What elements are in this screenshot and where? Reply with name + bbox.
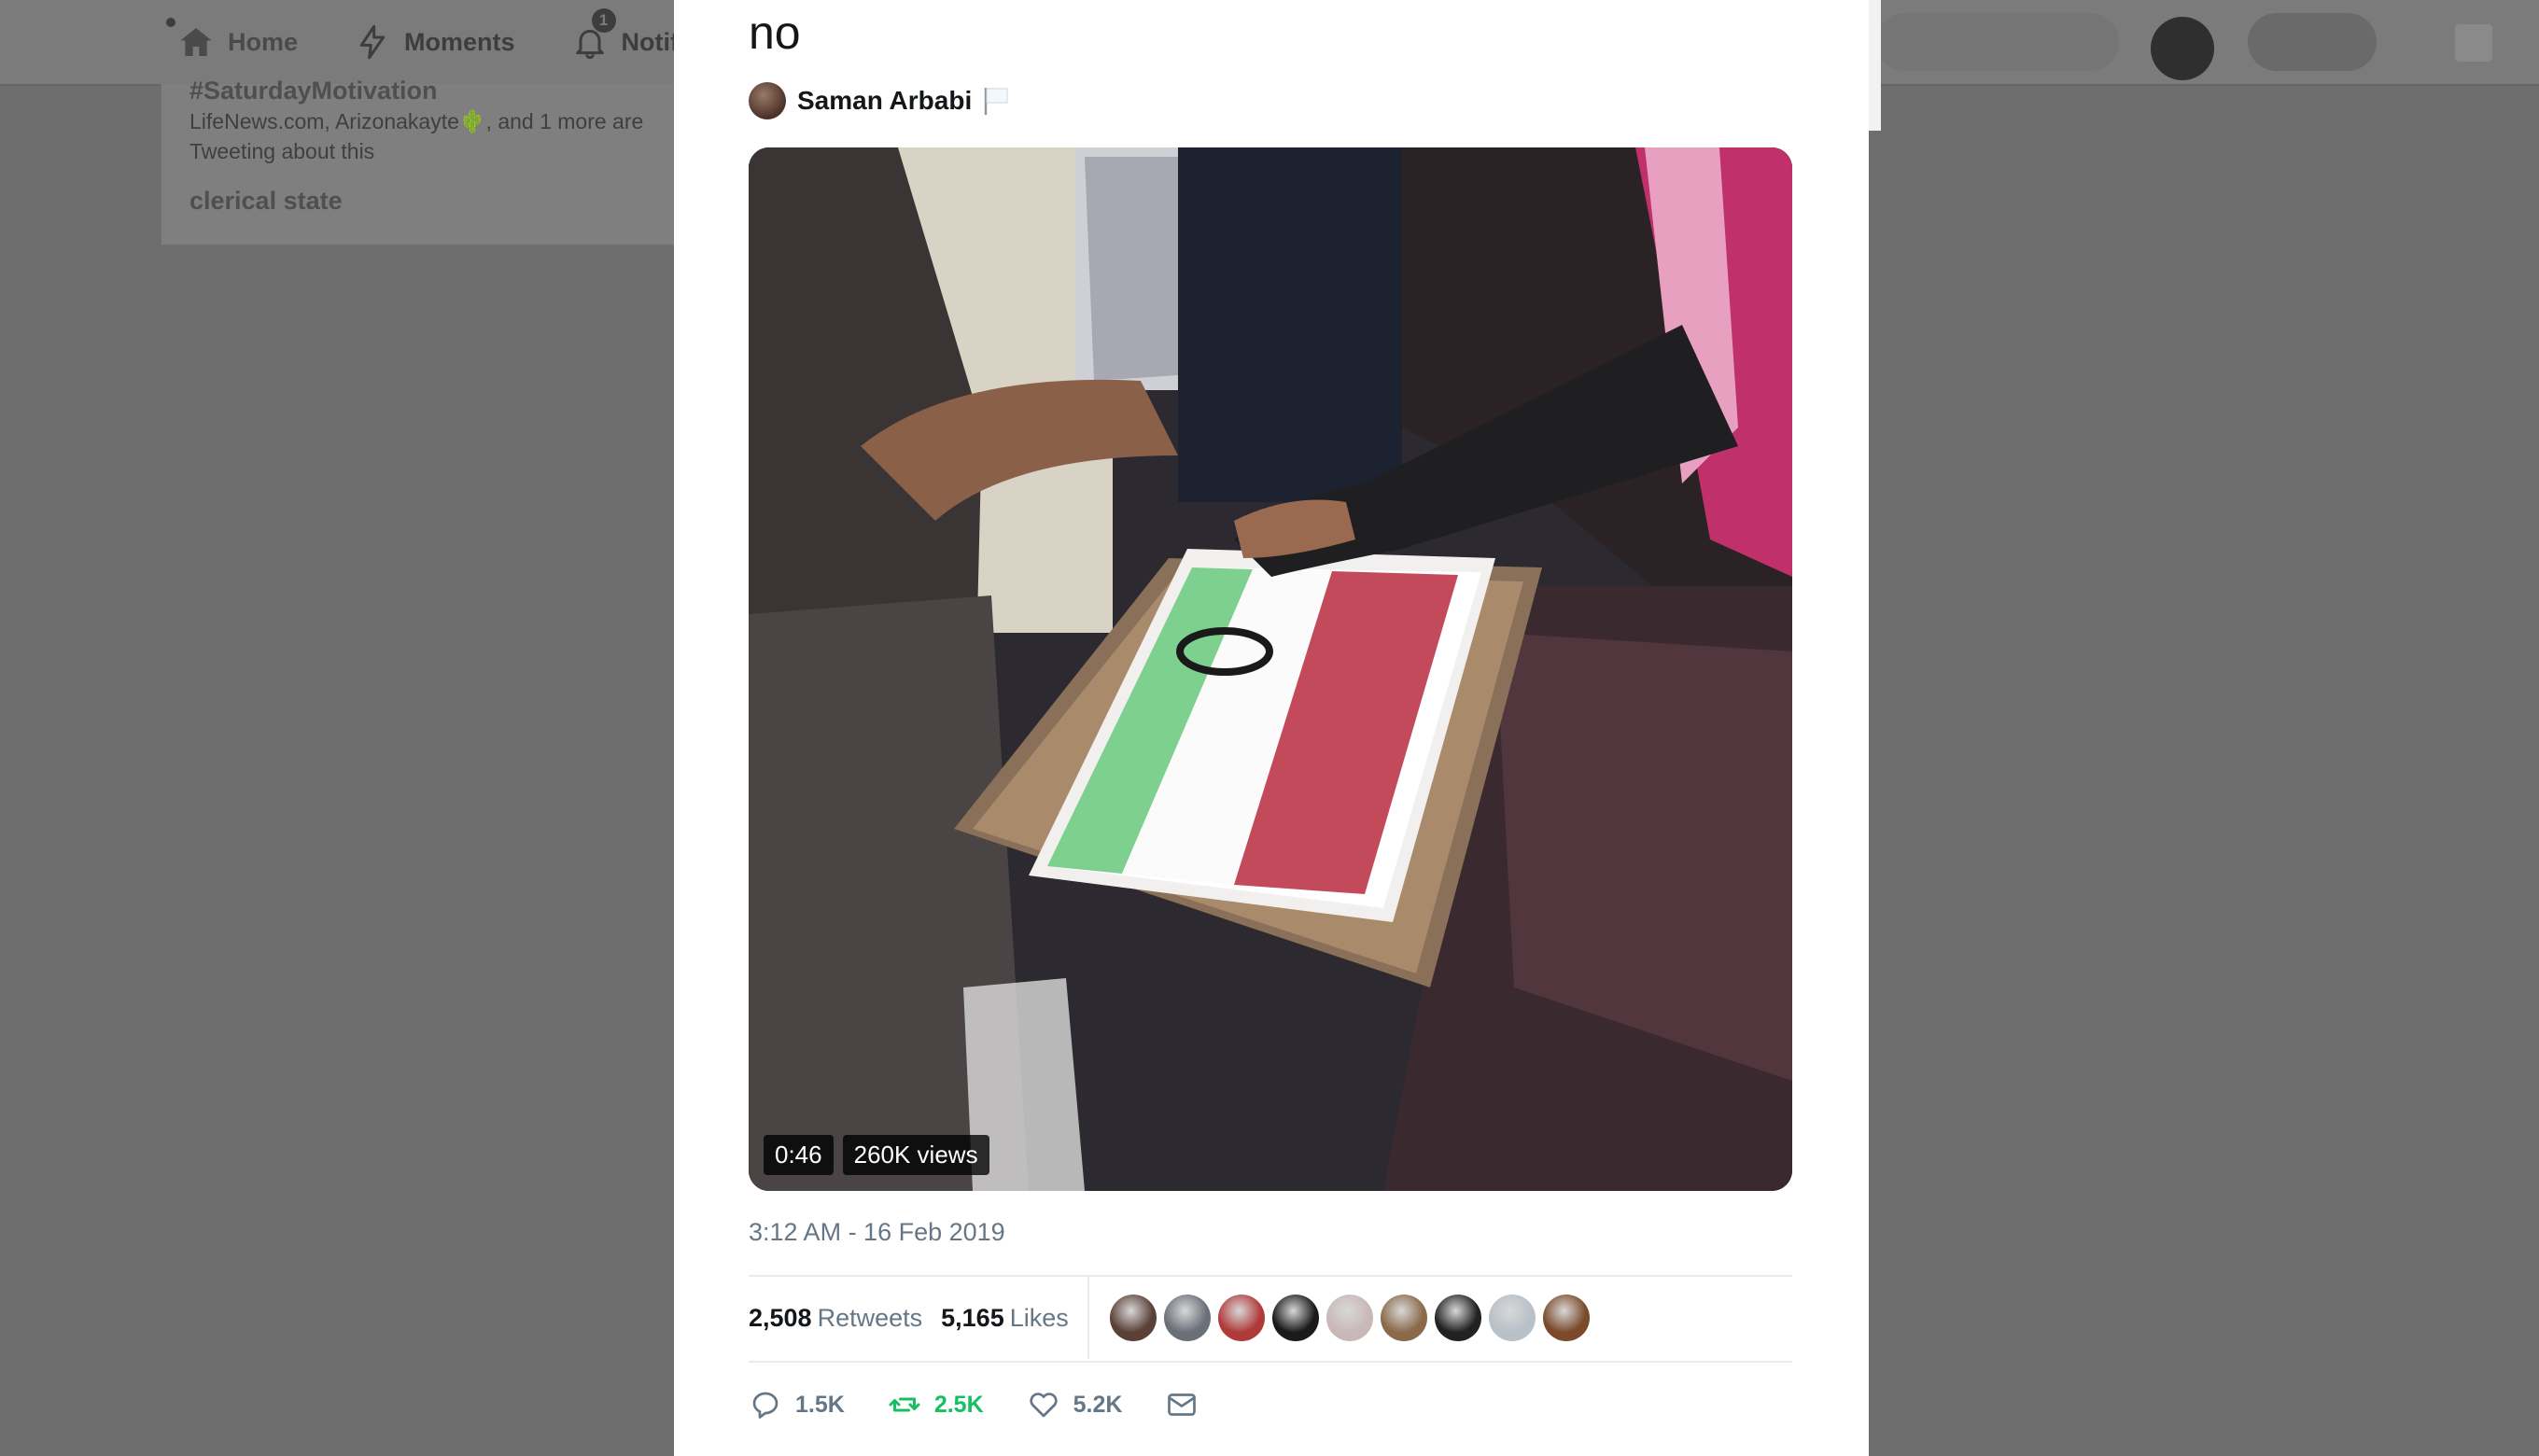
likes-stat[interactable]: 5,165 Likes xyxy=(941,1304,1069,1333)
trend-hashtag[interactable]: #SaturdayMotivation xyxy=(189,77,438,105)
like-count: 5.2K xyxy=(1073,1391,1123,1418)
video-views: 260K views xyxy=(842,1135,989,1175)
tweet-text: no xyxy=(749,7,801,59)
tweet-compose-button[interactable] xyxy=(2248,13,2377,71)
lightning-icon xyxy=(354,23,391,61)
tweet-actions: 1.5K 2.5K 5.2K xyxy=(749,1381,1241,1428)
liker-avatar[interactable] xyxy=(1326,1295,1373,1341)
liker-avatar[interactable] xyxy=(1271,1295,1319,1341)
main-nav: Home Moments 1 Notifi xyxy=(166,0,686,84)
profile-avatar[interactable] xyxy=(2151,17,2214,80)
close-icon[interactable] xyxy=(2455,24,2492,62)
retweet-count: 2.5K xyxy=(933,1391,984,1418)
likes-count: 5,165 xyxy=(941,1303,1004,1332)
liker-avatar[interactable] xyxy=(1217,1295,1265,1341)
tweet-stats: 2,508 Retweets 5,165 Likes xyxy=(749,1277,1792,1359)
nav-notifications[interactable]: 1 Notifi xyxy=(571,8,686,61)
retweet-button[interactable]: 2.5K xyxy=(888,1388,984,1421)
trend-description: LifeNews.com, Arizonakayte🌵, and 1 more … xyxy=(189,109,644,163)
tweet-modal: no Saman Arbabi 0:46 260K views 3:12 AM … xyxy=(674,0,1869,1456)
video-player[interactable]: 0:46 260K views xyxy=(749,147,1792,1191)
notification-badge: 1 xyxy=(591,8,616,33)
retweet-icon xyxy=(888,1388,921,1421)
like-button[interactable]: 5.2K xyxy=(1027,1388,1123,1421)
trends-panel: #SaturdayMotivation LifeNews.com, Arizon… xyxy=(161,77,685,245)
likes-label: Likes xyxy=(1009,1303,1069,1332)
retweets-label: Retweets xyxy=(817,1303,923,1332)
heart-icon xyxy=(1027,1388,1060,1421)
divider xyxy=(749,1361,1792,1363)
avatar[interactable] xyxy=(749,82,786,119)
video-duration: 0:46 xyxy=(764,1135,834,1175)
direct-message-button[interactable] xyxy=(1165,1388,1199,1421)
liker-avatar[interactable] xyxy=(1163,1295,1211,1341)
liker-avatar[interactable] xyxy=(1542,1295,1590,1341)
divider xyxy=(1087,1277,1089,1359)
liker-avatars xyxy=(1109,1295,1590,1341)
nav-home-label: Home xyxy=(228,27,299,56)
home-icon xyxy=(177,23,215,61)
quoted-author[interactable]: Saman Arbabi xyxy=(749,80,1011,121)
liker-avatar[interactable] xyxy=(1434,1295,1481,1341)
liker-avatar[interactable] xyxy=(1488,1295,1536,1341)
reply-count: 1.5K xyxy=(795,1391,845,1418)
tweet-timestamp[interactable]: 3:12 AM - 16 Feb 2019 xyxy=(749,1218,1005,1247)
search-box[interactable] xyxy=(1876,13,2119,71)
reply-button[interactable]: 1.5K xyxy=(749,1388,845,1421)
liker-avatar[interactable] xyxy=(1380,1295,1427,1341)
reply-icon xyxy=(749,1388,782,1421)
nav-home[interactable]: Home xyxy=(166,18,299,61)
nav-moments-label: Moments xyxy=(404,27,515,56)
envelope-icon xyxy=(1165,1388,1199,1421)
retweets-count: 2,508 xyxy=(749,1303,812,1332)
nav-moments[interactable]: Moments xyxy=(354,23,515,61)
video-frame xyxy=(749,147,1792,1191)
retweets-stat[interactable]: 2,508 Retweets xyxy=(749,1304,922,1333)
video-info: 0:46 260K views xyxy=(764,1135,989,1175)
active-dot xyxy=(166,18,175,27)
liker-avatar[interactable] xyxy=(1109,1295,1157,1341)
quoted-author-name[interactable]: Saman Arbabi xyxy=(797,86,972,116)
white-flag-icon xyxy=(983,86,1011,116)
trend-item[interactable]: clerical state xyxy=(189,187,343,216)
